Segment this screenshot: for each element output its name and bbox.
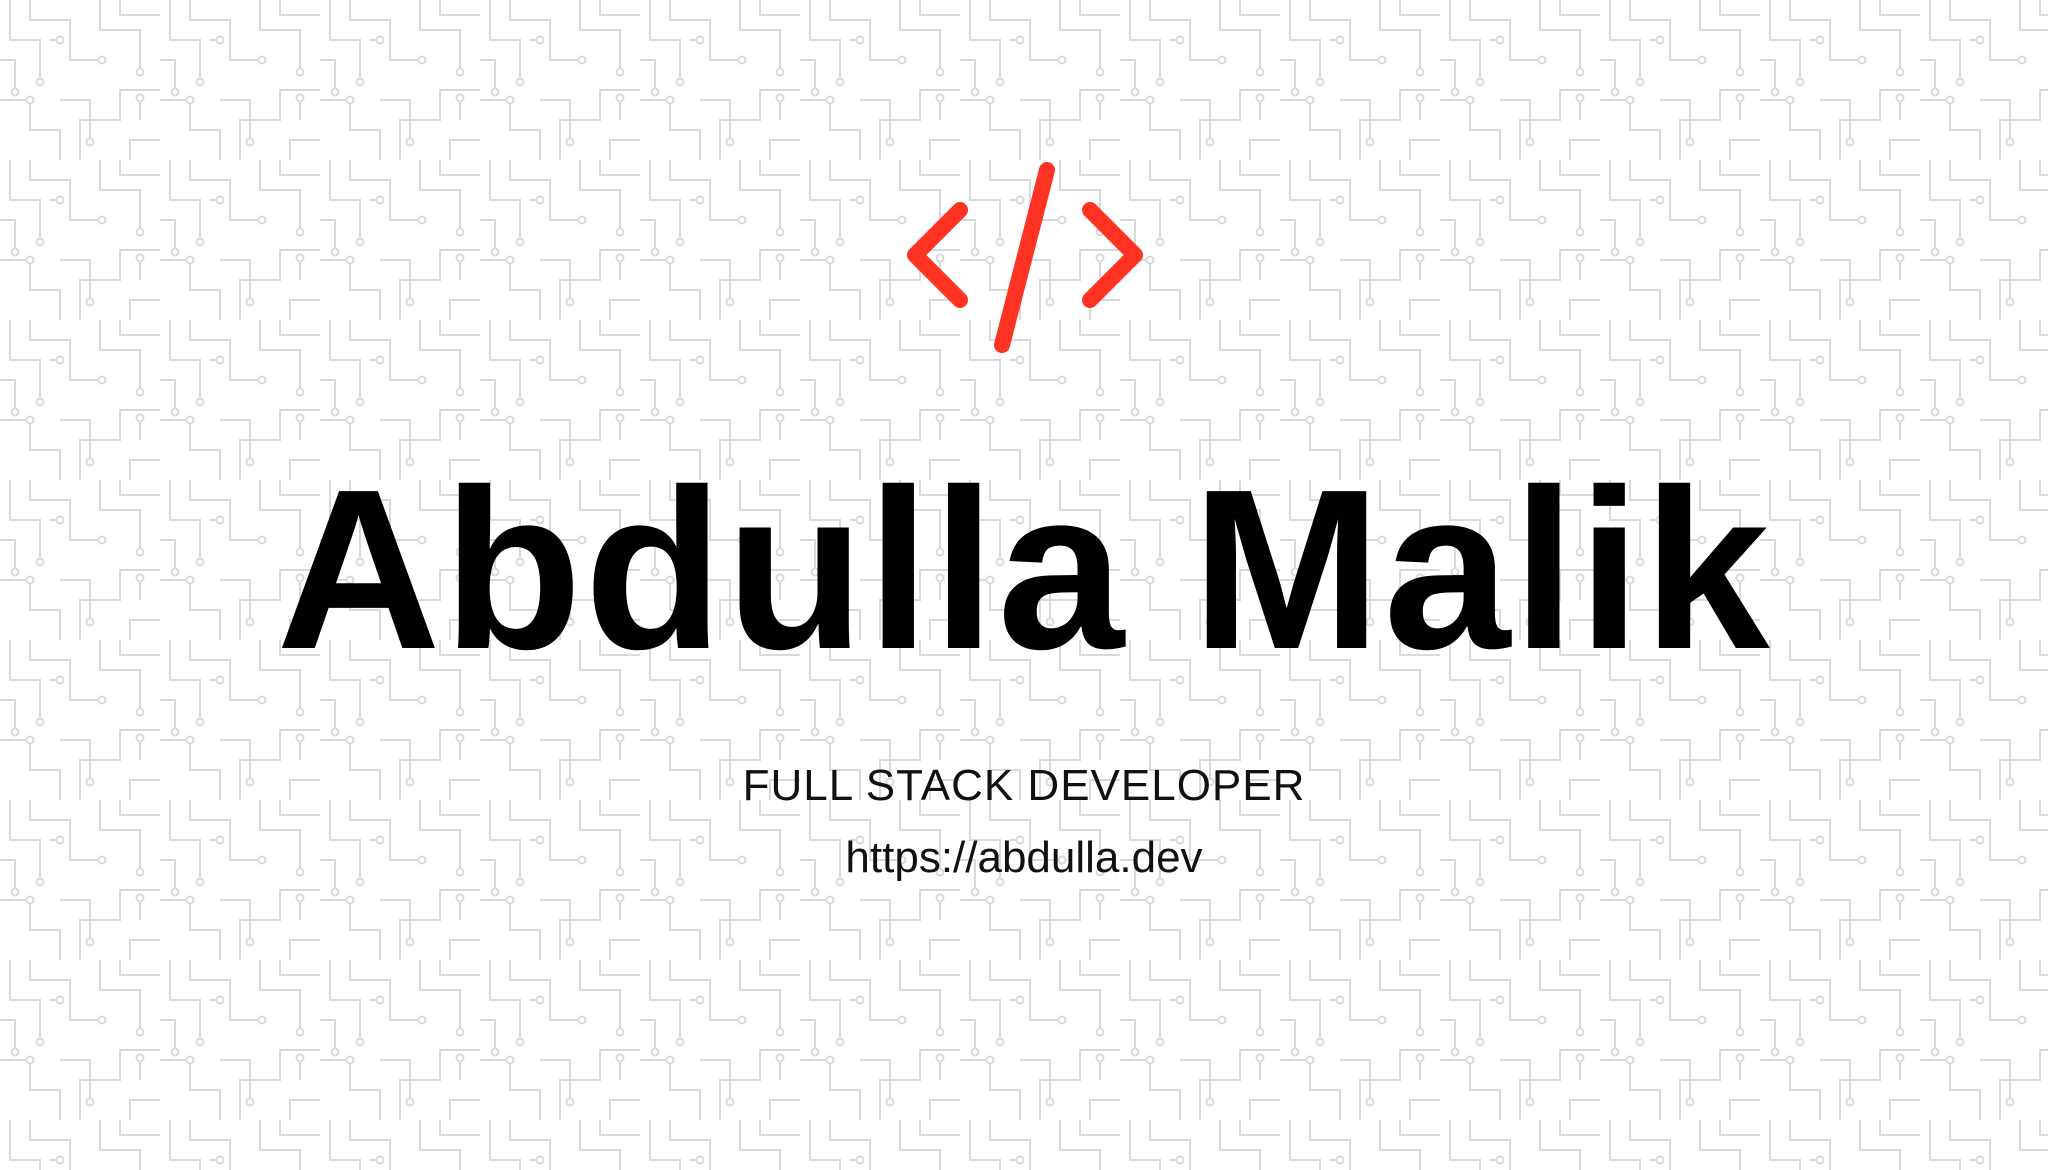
hero-section: Abdulla Malik FULL STACK DEVELOPER https… [0, 0, 2048, 1170]
website-url: https://abdulla.dev [845, 833, 1203, 882]
job-title: FULL STACK DEVELOPER [742, 761, 1306, 810]
person-name: Abdulla Malik [276, 443, 1772, 697]
code-brackets-icon [907, 162, 1143, 353]
